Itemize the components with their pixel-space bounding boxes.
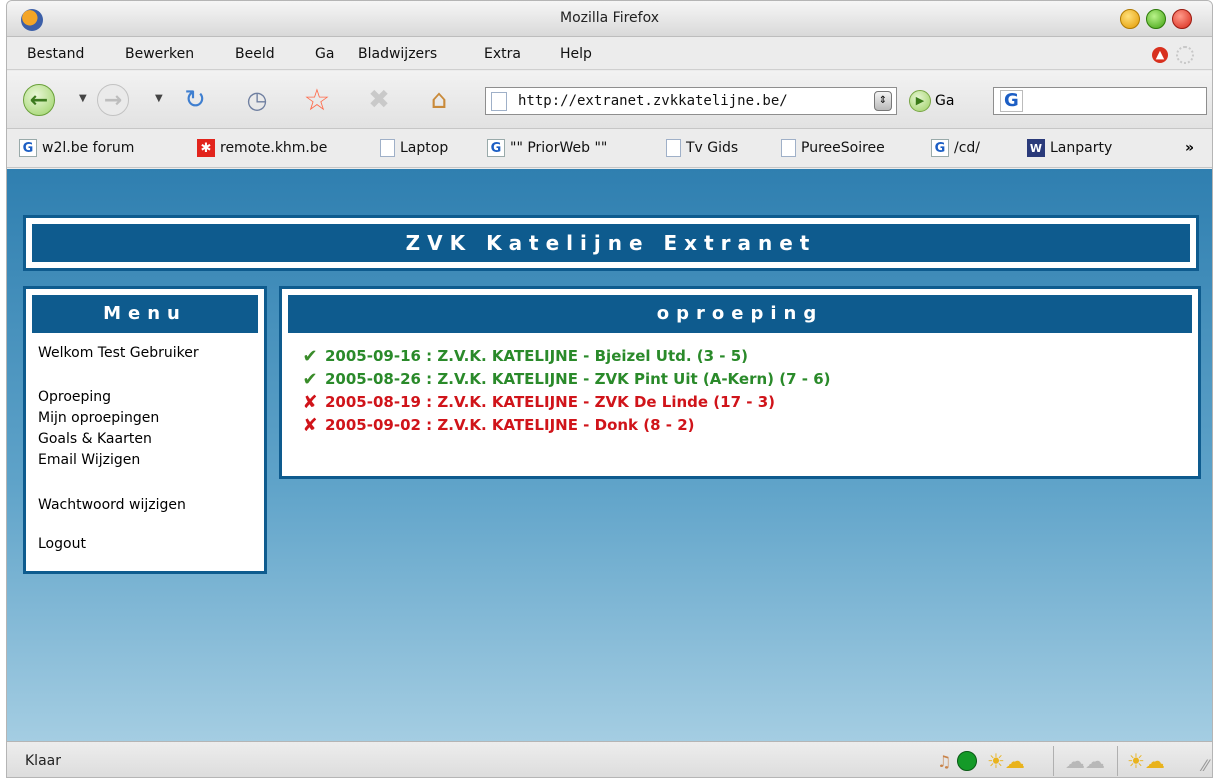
page-content: ZVK Katelijne Extranet Menu Welkom Test … bbox=[7, 169, 1212, 741]
menu-link-goals-kaarten[interactable]: Goals & Kaarten bbox=[38, 431, 152, 447]
bookmark-label: Lanparty bbox=[1050, 140, 1113, 156]
resize-grip-icon[interactable]: ⁄⁄ bbox=[1203, 756, 1208, 775]
bookmark-priorweb[interactable]: G "" PriorWeb "" bbox=[487, 139, 607, 157]
bookmark-star-icon[interactable]: ☆ bbox=[301, 83, 333, 118]
bookmark-cd[interactable]: G /cd/ bbox=[931, 139, 980, 157]
bookmark-w2l-forum[interactable]: G w2l.be forum bbox=[19, 139, 134, 157]
url-dropdown-icon[interactable]: ⇕ bbox=[874, 91, 892, 111]
site-title: ZVK Katelijne Extranet bbox=[32, 224, 1190, 262]
google-icon: G bbox=[487, 139, 505, 157]
back-dropdown-icon[interactable]: ▼ bbox=[79, 93, 87, 104]
bookmark-pureesoiree[interactable]: PureeSoiree bbox=[781, 139, 885, 157]
call-text[interactable]: 2005-09-16 : Z.V.K. KATELIJNE - Bjeizel … bbox=[325, 347, 748, 365]
search-bar[interactable]: G bbox=[993, 87, 1207, 115]
welcome-text: Welkom Test Gebruiker bbox=[38, 345, 199, 361]
home-icon[interactable]: ⌂ bbox=[423, 84, 455, 116]
bookmark-lanparty[interactable]: W Lanparty bbox=[1027, 139, 1112, 157]
declined-cross-icon: ✘ bbox=[302, 392, 318, 413]
weather-sun-icon[interactable]: ☀☁ bbox=[1127, 748, 1165, 774]
menu-link-email-wijzigen[interactable]: Email Wijzigen bbox=[38, 452, 140, 468]
oproeping-panel: oproeping ✔ 2005-09-16 : Z.V.K. KATELIJN… bbox=[279, 286, 1201, 479]
menu-title: Menu bbox=[32, 295, 258, 333]
page-icon bbox=[380, 139, 395, 157]
url-bar[interactable]: ⇕ bbox=[485, 87, 897, 115]
separator bbox=[1053, 746, 1054, 776]
search-input[interactable] bbox=[1030, 92, 1200, 112]
page-icon bbox=[781, 139, 796, 157]
minimize-button[interactable] bbox=[1120, 9, 1140, 29]
page-icon bbox=[666, 139, 681, 157]
zoom-button[interactable] bbox=[1146, 9, 1166, 29]
green-status-icon[interactable] bbox=[957, 748, 977, 774]
bookmarks-toolbar: G w2l.be forum ✱ remote.khm.be Laptop G … bbox=[7, 130, 1212, 168]
status-text: Klaar bbox=[25, 753, 61, 769]
call-text[interactable]: 2005-08-26 : Z.V.K. KATELIJNE - ZVK Pint… bbox=[325, 370, 831, 388]
go-icon: ▶ bbox=[909, 90, 931, 112]
bookmark-label: remote.khm.be bbox=[220, 140, 328, 156]
menu-link-oproeping[interactable]: Oproeping bbox=[38, 389, 111, 405]
bookmark-label: /cd/ bbox=[954, 140, 981, 156]
window-title: Mozilla Firefox bbox=[559, 10, 660, 26]
site-header: ZVK Katelijne Extranet bbox=[23, 215, 1199, 271]
site-menu: Menu Welkom Test Gebruiker Oproeping Mij… bbox=[23, 286, 267, 574]
call-text[interactable]: 2005-09-02 : Z.V.K. KATELIJNE - Donk (8 … bbox=[325, 416, 695, 434]
bookmark-remote-khm[interactable]: ✱ remote.khm.be bbox=[197, 139, 327, 157]
menu-link-mijn-oproepingen[interactable]: Mijn oproepingen bbox=[38, 410, 159, 426]
bookmark-laptop[interactable]: Laptop bbox=[380, 139, 448, 157]
url-input[interactable] bbox=[518, 91, 858, 111]
bookmark-tv-gids[interactable]: Tv Gids bbox=[666, 139, 738, 157]
google-search-icon[interactable]: G bbox=[1000, 90, 1023, 112]
history-icon[interactable]: ◷ bbox=[241, 84, 273, 116]
title-bar: Mozilla Firefox bbox=[7, 1, 1212, 37]
forward-dropdown-icon[interactable]: ▼ bbox=[155, 93, 163, 104]
menu-bestand[interactable]: Bestand bbox=[27, 46, 84, 62]
bookmark-label: "" PriorWeb "" bbox=[510, 140, 608, 156]
close-button[interactable] bbox=[1172, 9, 1192, 29]
lanparty-icon: W bbox=[1027, 139, 1045, 157]
menu-help[interactable]: Help bbox=[560, 46, 592, 62]
bookmark-label: PureeSoiree bbox=[801, 140, 885, 156]
separator bbox=[1117, 746, 1118, 776]
status-bar: Klaar ♫ ☀☁ ☁☁ ☀☁ ⁄⁄ bbox=[7, 741, 1212, 777]
call-row[interactable]: ✔ 2005-09-16 : Z.V.K. KATELIJNE - Bjeize… bbox=[298, 345, 748, 367]
weather-cloud-icon[interactable]: ☁☁ bbox=[1065, 748, 1105, 774]
weather-sun-cloud-icon[interactable]: ☀☁ bbox=[987, 748, 1025, 774]
menu-link-wachtwoord-wijzigen[interactable]: Wachtwoord wijzigen bbox=[38, 497, 186, 513]
menu-link-logout[interactable]: Logout bbox=[38, 536, 86, 552]
call-row[interactable]: ✘ 2005-08-19 : Z.V.K. KATELIJNE - ZVK De… bbox=[298, 391, 775, 413]
call-row[interactable]: ✘ 2005-09-02 : Z.V.K. KATELIJNE - Donk (… bbox=[298, 414, 695, 436]
menu-bewerken[interactable]: Bewerken bbox=[125, 46, 194, 62]
audio-icon[interactable]: ♫ bbox=[937, 748, 951, 774]
go-label: Ga bbox=[935, 93, 955, 109]
bookmark-label: Laptop bbox=[400, 140, 449, 156]
notification-icon[interactable]: ▲ bbox=[1152, 47, 1168, 63]
bookmarks-overflow-button[interactable]: » bbox=[1185, 140, 1194, 156]
panel-title: oproeping bbox=[288, 295, 1192, 333]
browser-window: Mozilla Firefox Bestand Bewerken Beeld G… bbox=[6, 0, 1213, 778]
throbber-icon bbox=[1176, 46, 1194, 64]
bookmark-label: Tv Gids bbox=[686, 140, 739, 156]
back-icon[interactable]: ← bbox=[23, 84, 55, 116]
call-text[interactable]: 2005-08-19 : Z.V.K. KATELIJNE - ZVK De L… bbox=[325, 393, 775, 411]
google-icon: G bbox=[931, 139, 949, 157]
menu-extra[interactable]: Extra bbox=[484, 46, 521, 62]
menu-beeld[interactable]: Beeld bbox=[235, 46, 275, 62]
stop-icon[interactable]: ✖ bbox=[363, 84, 395, 116]
go-button[interactable]: ▶ Ga bbox=[909, 90, 954, 112]
forward-icon[interactable]: → bbox=[97, 84, 129, 116]
accepted-check-icon: ✔ bbox=[302, 346, 318, 367]
navigation-toolbar: ← ▼ → ▼ ↻ ◷ ☆ ✖ ⌂ ⇕ ▶ Ga G bbox=[7, 71, 1212, 129]
google-icon: G bbox=[19, 139, 37, 157]
reload-icon[interactable]: ↻ bbox=[179, 84, 211, 116]
declined-cross-icon: ✘ bbox=[302, 415, 318, 436]
menu-bladwijzers[interactable]: Bladwijzers bbox=[358, 46, 437, 62]
accepted-check-icon: ✔ bbox=[302, 369, 318, 390]
bookmark-label: w2l.be forum bbox=[42, 140, 135, 156]
menu-ga[interactable]: Ga bbox=[315, 46, 334, 62]
menu-bar: Bestand Bewerken Beeld Ga Bladwijzers Ex… bbox=[7, 38, 1212, 70]
page-icon bbox=[491, 92, 507, 111]
khm-icon: ✱ bbox=[197, 139, 215, 157]
call-row[interactable]: ✔ 2005-08-26 : Z.V.K. KATELIJNE - ZVK Pi… bbox=[298, 368, 831, 390]
